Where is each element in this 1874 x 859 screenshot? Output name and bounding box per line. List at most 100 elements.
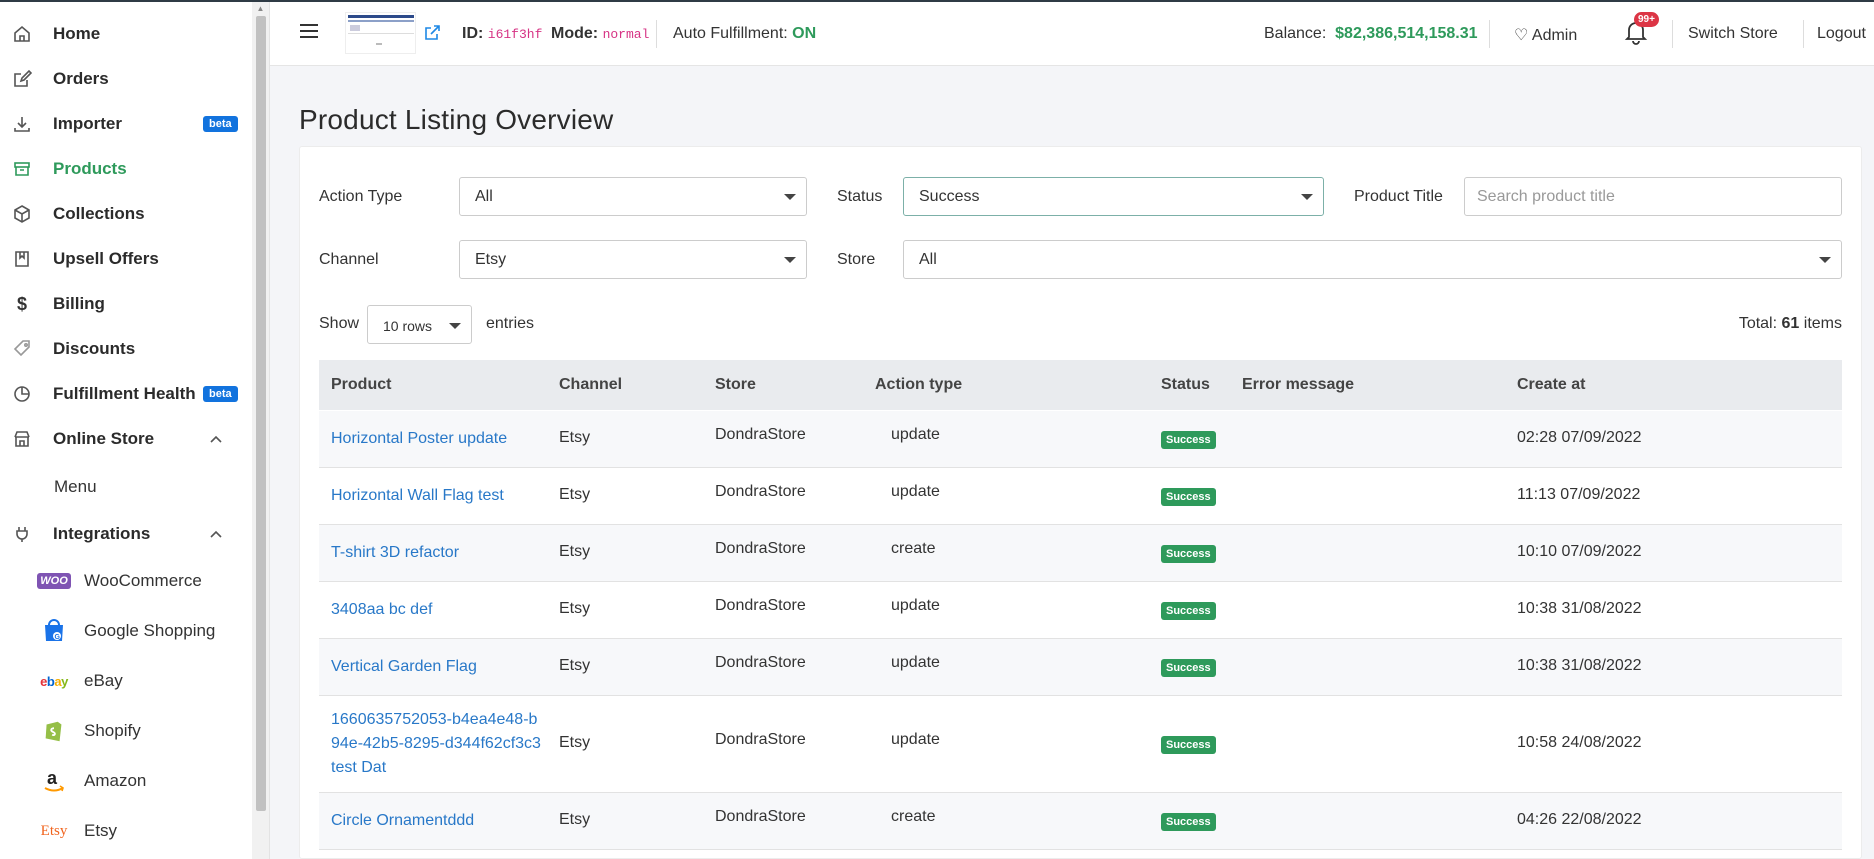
amazon-icon: a — [38, 767, 70, 795]
sidebar-item-label: Fulfillment Health — [53, 384, 196, 403]
sidebar-item-discounts[interactable]: Discounts — [0, 329, 252, 369]
etsy-icon: Etsy — [40, 822, 68, 839]
status-badge: Success — [1161, 488, 1216, 506]
sidebar-scrollbar-thumb[interactable] — [256, 16, 266, 811]
rows-per-page-select[interactable]: 10 rows — [367, 305, 472, 344]
show-label: Show — [319, 315, 360, 332]
table-row: Vertical Garden Flag Etsy DondraStore up… — [319, 639, 1842, 696]
status-badge: Success — [1161, 431, 1216, 449]
shopify-icon — [38, 717, 70, 745]
chevron-up-icon[interactable] — [208, 526, 224, 542]
product-link[interactable]: Vertical Garden Flag — [331, 655, 477, 679]
sidebar-item-label: Upsell Offers — [53, 249, 159, 268]
status-select[interactable]: Success — [903, 177, 1324, 216]
sidebar-item-label: Discounts — [53, 339, 136, 358]
admin-menu[interactable]: ♡ Admin — [1514, 25, 1577, 45]
column-header-status[interactable]: Status — [1161, 376, 1210, 394]
chevron-up-icon[interactable] — [208, 431, 224, 447]
action-type-label: Action Type — [319, 188, 403, 205]
channel-select[interactable]: Etsy — [459, 240, 807, 279]
external-link-icon[interactable] — [423, 24, 441, 42]
store-cell: DondraStore — [715, 808, 806, 825]
sidebar-item-home[interactable]: Home — [0, 14, 252, 54]
product-title-label: Product Title — [1354, 188, 1443, 205]
column-header-channel[interactable]: Channel — [559, 376, 622, 394]
channel-cell: Etsy — [559, 429, 591, 446]
status-badge: Success — [1161, 659, 1216, 677]
beta-badge: beta — [203, 116, 238, 132]
woocommerce-icon: WOO — [37, 567, 71, 595]
integration-shopify[interactable]: Shopify — [0, 711, 252, 751]
tag-icon — [12, 339, 32, 359]
divider — [1672, 20, 1673, 48]
product-link[interactable]: 1660635752053-b4ea4e48-b94e-42b5-8295-d3… — [331, 708, 546, 780]
integration-amazon[interactable]: a Amazon — [0, 761, 252, 801]
integration-google-shopping[interactable]: G Google Shopping — [0, 611, 252, 651]
store-icon — [12, 429, 32, 449]
pie-chart-icon — [12, 384, 32, 404]
switch-store-link[interactable]: Switch Store — [1688, 25, 1778, 43]
divider — [269, 2, 270, 859]
sidebar-item-label: Billing — [53, 294, 105, 313]
column-header-product[interactable]: Product — [331, 376, 391, 394]
auto-fulfillment-value: ON — [792, 25, 817, 42]
hamburger-menu-icon[interactable] — [300, 24, 318, 40]
balance: Balance: $82,386,514,158.31 — [1264, 25, 1478, 42]
product-title-search-input[interactable] — [1464, 177, 1842, 216]
column-header-create-at[interactable]: Create at — [1517, 376, 1585, 394]
sidebar-item-importer[interactable]: Importer beta — [0, 104, 252, 144]
action-type-cell: create — [891, 540, 936, 557]
book-icon — [12, 249, 32, 269]
balance-value: $82,386,514,158.31 — [1335, 25, 1478, 42]
sidebar-item-menu[interactable]: Menu — [0, 467, 252, 507]
divider — [656, 20, 657, 48]
product-link[interactable]: 3408aa bc def — [331, 598, 432, 622]
action-type-select[interactable]: All — [459, 177, 807, 216]
integration-etsy[interactable]: Etsy Etsy — [0, 811, 252, 851]
status-badge: Success — [1161, 545, 1216, 563]
scroll-up-arrow-icon[interactable]: ▲ — [255, 4, 266, 14]
sidebar-item-upsell-offers[interactable]: Upsell Offers — [0, 239, 252, 279]
channel-cell: Etsy — [559, 657, 591, 674]
caret-down-icon — [784, 194, 796, 200]
table-row: Horizontal Wall Flag test Etsy DondraSto… — [319, 468, 1842, 525]
sidebar-item-collections[interactable]: Collections — [0, 194, 252, 234]
product-link[interactable]: Horizontal Poster update — [331, 427, 507, 451]
caret-down-icon — [449, 323, 461, 329]
integration-label: Shopify — [84, 721, 141, 740]
table-header: Product Channel Store Action type Status… — [319, 360, 1842, 410]
integration-woocommerce[interactable]: WOO WooCommerce — [0, 561, 252, 601]
product-link[interactable]: Circle Ornamentddd — [331, 809, 474, 833]
sidebar-item-products[interactable]: Products — [0, 149, 252, 189]
sidebar-item-orders[interactable]: Orders — [0, 59, 252, 99]
store-cell: DondraStore — [715, 540, 806, 557]
mode: Mode: normal — [551, 25, 650, 42]
logout-link[interactable]: Logout — [1817, 25, 1866, 43]
sidebar-item-billing[interactable]: $ Billing — [0, 284, 252, 324]
action-type-cell: update — [891, 654, 940, 671]
product-link[interactable]: Horizontal Wall Flag test — [331, 484, 504, 508]
created-at-cell: 02:28 07/09/2022 — [1517, 429, 1642, 446]
channel-label: Channel — [319, 251, 379, 268]
sidebar-item-label: Home — [53, 24, 101, 43]
channel-cell: Etsy — [559, 734, 591, 751]
total-count: 61 — [1781, 315, 1800, 332]
top-header: ID: i61f3hf Mode: normal Auto Fulfillmen… — [270, 2, 1874, 66]
integration-label: eBay — [84, 671, 123, 690]
column-header-store[interactable]: Store — [715, 376, 756, 394]
integration-ebay[interactable]: ebay eBay — [0, 661, 252, 701]
column-header-error-message[interactable]: Error message — [1242, 376, 1354, 394]
sidebar-item-integrations[interactable]: Integrations — [0, 514, 252, 554]
integration-label: WooCommerce — [84, 571, 202, 590]
sidebar-item-label: Collections — [53, 204, 145, 223]
product-link[interactable]: T-shirt 3D refactor — [331, 541, 459, 565]
ebay-icon: ebay — [40, 673, 68, 689]
integration-label: Google Shopping — [84, 621, 216, 640]
channel-value: Etsy — [475, 251, 507, 268]
svg-text:a: a — [47, 768, 58, 788]
sidebar-item-fulfillment-health[interactable]: Fulfillment Health beta — [0, 374, 252, 414]
store-select[interactable]: All — [903, 240, 1842, 279]
sidebar-item-online-store[interactable]: Online Store — [0, 419, 252, 459]
column-header-action-type[interactable]: Action type — [875, 376, 962, 394]
box-icon — [12, 159, 32, 179]
